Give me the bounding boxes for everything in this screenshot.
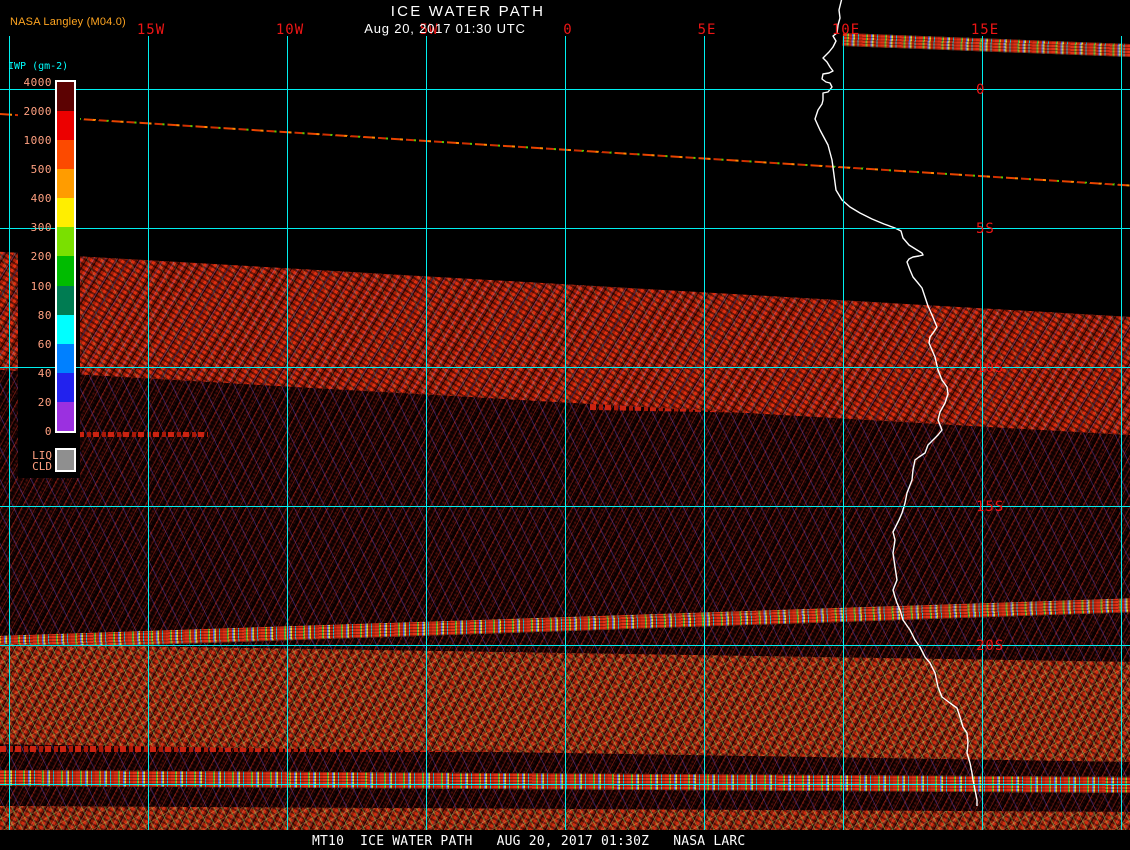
page-subtitle: Aug 20, 2017 01:30 UTC [364, 21, 525, 36]
latitude-label: 20S [976, 638, 1004, 654]
coordinate-labels: 15W10W5W05E10E15E05S10S15S20S [0, 0, 1130, 850]
longitude-label: 10E [832, 22, 860, 38]
latitude-label: 15S [976, 499, 1004, 515]
page-title: ICE WATER PATH [391, 3, 545, 20]
latitude-label: 5S [976, 221, 995, 237]
status-text: MT10 ICE WATER PATH AUG 20, 2017 01:30Z … [312, 834, 745, 849]
latitude-label: 0 [976, 82, 985, 98]
latitude-label: 10S [976, 360, 1004, 376]
screen: 15W10W5W05E10E15E05S10S15S20S IWP (gm-2)… [0, 0, 1130, 850]
longitude-label: 0 [563, 22, 572, 38]
longitude-label: 10W [276, 22, 304, 38]
longitude-label: 15W [137, 22, 165, 38]
source-label: NASA Langley (M04.0) [10, 16, 126, 28]
longitude-label: 15E [971, 22, 999, 38]
map-area: 15W10W5W05E10E15E05S10S15S20S [0, 0, 1130, 850]
status-bar: MT10 ICE WATER PATH AUG 20, 2017 01:30Z … [0, 830, 1130, 850]
longitude-label: 5E [698, 22, 717, 38]
